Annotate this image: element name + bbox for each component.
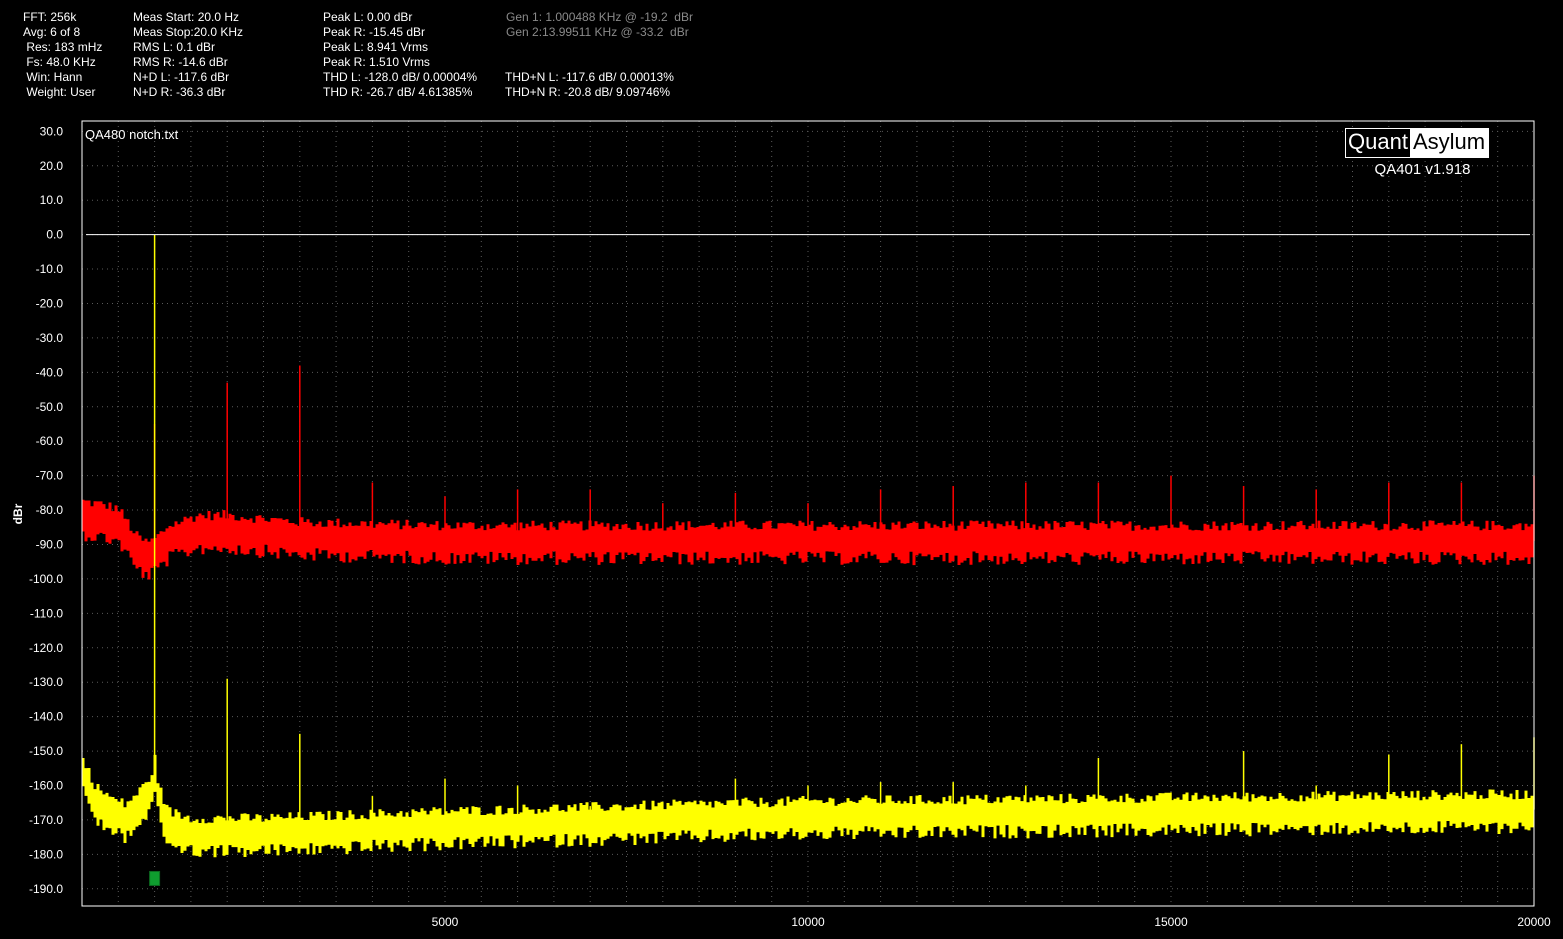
plot-title: QA480 notch.txt: [85, 127, 179, 142]
y-tick-label: -190.0: [29, 882, 63, 896]
y-tick-label: -50.0: [36, 400, 64, 414]
col1-line: Win: Hann: [23, 70, 83, 84]
col1-line: FFT: 256k: [23, 10, 77, 24]
logo-text-quant: Quant: [1346, 129, 1410, 157]
y-axis-label: dBr: [11, 503, 25, 524]
x-tick-label: 5000: [432, 915, 459, 929]
y-tick-label: -140.0: [29, 710, 63, 724]
y-tick-label: 30.0: [40, 124, 64, 138]
y-tick-label: -20.0: [36, 296, 64, 310]
y-tick-label: -60.0: [36, 434, 64, 448]
stats-column-fft: FFT: 256k Avg: 6 of 8 Res: 183 mHz Fs: 48…: [23, 10, 102, 100]
generator-info: Gen 1: 1.000488 KHz @ -19.2 dBr Gen 2:13.…: [506, 10, 693, 40]
software-version: QA401 v1.918: [1374, 161, 1471, 178]
stats-column-measurement: Meas Start: 20.0 Hz Meas Stop:20.0 KHz RMS…: [133, 10, 243, 100]
col2-line: N+D L: -117.6 dBr: [133, 70, 230, 84]
y-tick-label: -100.0: [29, 572, 63, 586]
col2-line: N+D R: -36.3 dBr: [133, 85, 226, 99]
y-tick-label: -110.0: [30, 606, 63, 620]
y-tick-label: 0.0: [46, 228, 63, 242]
col2-line: RMS L: 0.1 dBr: [133, 40, 216, 54]
y-tick-label: -90.0: [36, 537, 64, 551]
col2-line: Meas Start: 20.0 Hz: [133, 10, 240, 24]
col3-line: THD L: -128.0 dB/ 0.00004%: [323, 70, 478, 84]
y-tick-label: -180.0: [29, 847, 63, 861]
y-tick-label: 20.0: [40, 159, 64, 173]
y-tick-label: -70.0: [36, 469, 64, 483]
measurement-panel: FFT: 256k Avg: 6 of 8 Res: 183 mHz Fs: 48…: [0, 0, 1563, 110]
col1-line: Weight: User: [23, 85, 96, 99]
stats-column-peaks: Peak L: 0.00 dBr Peak R: -15.45 dBr Peak L…: [323, 10, 477, 100]
col4-line: THD+N L: -117.6 dB/ 0.00013%: [505, 70, 674, 84]
col3-line: Peak R: -15.45 dBr: [323, 25, 426, 39]
col1-line: Fs: 48.0 KHz: [23, 55, 96, 69]
fft-plot[interactable]: 30.0 20.0 10.0 0.0 -10.0 -20.0 -30.0 -40.0 -50.0…: [0, 0, 1563, 939]
gen-line: Gen 2:13.99511 KHz @ -33.2 dBr: [506, 25, 689, 39]
col4-line: [505, 55, 674, 70]
gen-line: Gen 1: 1.000488 KHz @ -19.2 dBr: [506, 10, 693, 24]
x-tick-label: 10000: [791, 915, 825, 929]
col4-line: THD+N R: -20.8 dB/ 9.09746%: [505, 85, 671, 99]
y-tick-label: -10.0: [36, 262, 64, 276]
col3-line: THD R: -26.7 dB/ 4.61385%: [323, 85, 473, 99]
col2-line: RMS R: -14.6 dBr: [133, 55, 228, 69]
col1-line: Res: 183 mHz: [23, 40, 103, 54]
y-tick-label: -150.0: [29, 744, 63, 758]
y-tick-label: -160.0: [29, 778, 63, 792]
y-tick-label: -80.0: [36, 503, 64, 517]
y-tick-label: -130.0: [29, 675, 63, 689]
y-tick-label: 10.0: [40, 193, 64, 207]
col2-line: Meas Stop:20.0 KHz: [133, 25, 244, 39]
col4-line: [505, 40, 674, 55]
col3-line: Peak L: 0.00 dBr: [323, 10, 413, 24]
x-axis-ticks: 5000 10000 15000 20000: [432, 915, 1551, 929]
col3-line: Peak R: 1.510 Vrms: [323, 55, 430, 69]
x-tick-label: 20000: [1517, 915, 1551, 929]
y-tick-label: -170.0: [29, 813, 63, 827]
quantasylum-logo: Quant Asylum: [1345, 128, 1490, 158]
y-tick-label: -40.0: [36, 365, 64, 379]
frequency-marker[interactable]: [149, 870, 161, 886]
x-tick-label: 15000: [1154, 915, 1188, 929]
y-tick-label: -120.0: [29, 641, 63, 655]
col3-line: Peak L: 8.941 Vrms: [323, 40, 428, 54]
y-axis-ticks: 30.0 20.0 10.0 0.0 -10.0 -20.0 -30.0 -40.0 -50.0…: [29, 124, 63, 895]
series-0: [81, 365, 1535, 580]
logo-text-asylum: Asylum: [1409, 129, 1489, 157]
series: [81, 234, 1535, 858]
y-tick-label: -30.0: [36, 331, 64, 345]
col1-line: Avg: 6 of 8: [23, 25, 81, 39]
